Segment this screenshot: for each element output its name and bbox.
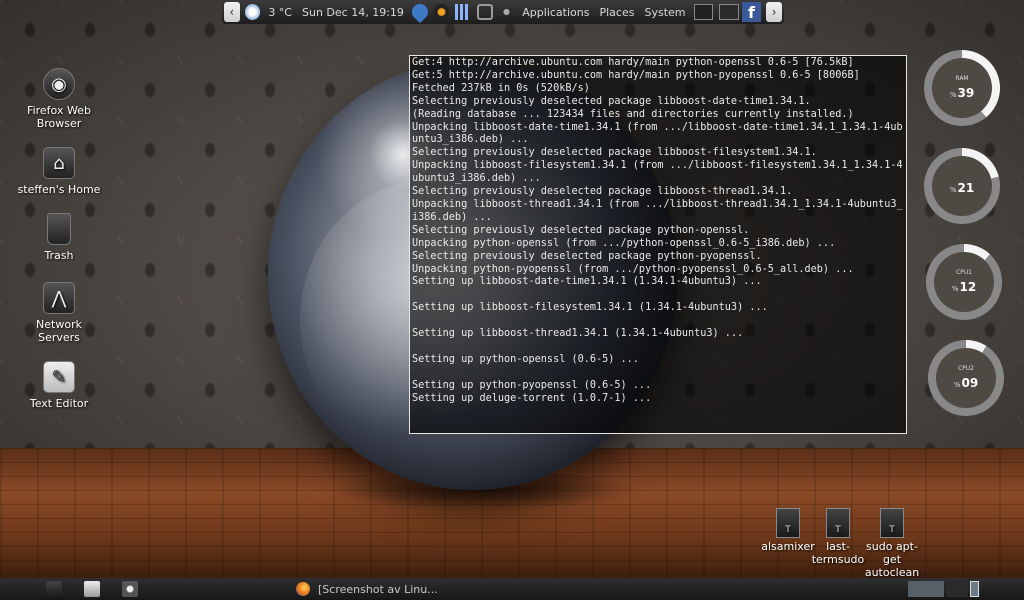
weather-temperature[interactable]: 3 °C [263, 6, 297, 19]
gauge-value: 39 [957, 85, 975, 100]
desktop-icon-label: Network Servers [36, 318, 82, 344]
terminal-line: Setting up python-openssl (0.6-5) ... [412, 353, 639, 365]
gauge-percent-sign: % [949, 90, 957, 99]
panel-right-arrow-button[interactable]: › [766, 2, 782, 22]
text-editor-icon: ✎ [43, 361, 75, 393]
terminal-window[interactable]: Get:4 http://archive.ubuntu.com hardy/ma… [409, 55, 907, 434]
weather-icon[interactable] [244, 4, 261, 20]
launcher-label: sudo apt-get autoclean [864, 540, 920, 579]
desktop-icon-label: steffen's Home [17, 183, 101, 196]
terminal-line: Unpacking libboost-date-time1.34.1 (from… [412, 121, 903, 146]
file-manager-icon[interactable] [84, 581, 100, 597]
terminal-line: Setting up libboost-filesystem1.34.1 (1.… [412, 302, 768, 314]
terminal-line: (Reading database ... 123434 files and d… [412, 108, 854, 120]
water-drop-icon[interactable] [408, 0, 431, 24]
top-panel: ‹ 3 °C Sun Dec 14, 19:19 Applications Pl… [222, 0, 784, 24]
gauge-percent-sign: % [949, 185, 957, 194]
wifi-icon[interactable] [476, 4, 493, 20]
cpu2-gauge: CPU2 %09 [928, 340, 1004, 416]
terminal-line: Selecting previously deselected package … [412, 147, 817, 159]
terminal-line: Setting up python-pyopenssl (0.6-5) ... [412, 379, 652, 391]
eye-icon[interactable] [122, 581, 138, 597]
panel-left-arrow-button[interactable]: ‹ [224, 2, 240, 22]
running-man-icon[interactable] [719, 4, 739, 20]
gauge-center: CPU2 %09 [936, 348, 996, 408]
gauge-percent-sign: % [951, 284, 959, 293]
desktop-icon-text-editor[interactable]: ✎ Text Editor [14, 361, 104, 410]
workspace-3[interactable] [970, 581, 979, 597]
gauge-center: RAM %39 [932, 58, 992, 118]
gauge-value: 12 [959, 279, 977, 294]
system-monitor-icon[interactable] [693, 4, 714, 20]
clock[interactable]: Sun Dec 14, 19:19 [297, 6, 409, 19]
desktop-icon-network[interactable]: ⋀ Network Servers [14, 282, 104, 344]
terminal-line: Unpacking libboost-thread1.34.1 (from ..… [412, 198, 903, 223]
launcher-last-term[interactable]: T last-termsudo [808, 508, 868, 566]
gauge-value: 09 [961, 375, 979, 390]
launcher-apt-get-autoclean[interactable]: T sudo apt-get autoclean [860, 508, 924, 579]
terminal-document-icon: T [826, 508, 850, 538]
terminal-line: Get:4 http://archive.ubuntu.com hardy/ma… [412, 57, 854, 68]
terminal-line: Get:5 http://archive.ubuntu.com hardy/ma… [412, 69, 860, 81]
desktop-icon-label: Firefox Web Browser [27, 104, 91, 130]
taskbar-item-screenshot[interactable]: [Screenshot av Linu... [296, 578, 438, 600]
desktop-icon-home[interactable]: ⌂ steffen's Home [14, 147, 104, 196]
terminal-document-icon: T [880, 508, 904, 538]
media-player-icon[interactable] [433, 4, 450, 20]
home-icon: ⌂ [43, 147, 75, 179]
gauge-2: %21 [924, 148, 1000, 224]
desktop-icon-label: Trash [44, 249, 74, 262]
network-signal-icon[interactable] [455, 4, 471, 20]
menu-applications[interactable]: Applications [517, 6, 594, 19]
firefox-icon [296, 582, 310, 596]
terminal-line: Selecting previously deselected package … [412, 186, 793, 198]
globe-icon: ◉ [43, 68, 75, 100]
bottom-panel: [Screenshot av Linu... [0, 578, 1024, 600]
applet-dots-icon[interactable] [498, 4, 515, 20]
network-icon: ⋀ [43, 282, 75, 314]
launcher-label: last-termsudo [811, 540, 865, 566]
cpu1-gauge: CPU1 %12 [926, 244, 1002, 320]
facebook-icon[interactable]: f [741, 2, 762, 22]
terminal-line: Setting up libboost-thread1.34.1 (1.34.1… [412, 328, 744, 340]
terminal-line: Fetched 237kB in 0s (520kB/s) [412, 82, 590, 94]
terminal-line: Selecting previously deselected package … [412, 224, 750, 236]
terminal-line: Selecting previously deselected package … [412, 95, 811, 107]
taskbar-item-label: [Screenshot av Linu... [318, 582, 438, 596]
gauge-center: %21 [932, 156, 992, 216]
gauge-value: 21 [957, 180, 975, 195]
desktop-icon-firefox[interactable]: ◉ Firefox Web Browser [14, 68, 104, 130]
trash-icon [47, 213, 71, 245]
terminal-line: Unpacking libboost-filesystem1.34.1 (fro… [412, 160, 903, 185]
workspace-1[interactable] [908, 581, 944, 597]
terminal-line: Selecting previously deselected package … [412, 250, 762, 262]
terminal-line: Unpacking python-pyopenssl (from .../pyt… [412, 263, 854, 275]
trash-icon[interactable] [46, 581, 62, 597]
terminal-line: Setting up libboost-date-time1.34.1 (1.3… [412, 276, 762, 288]
terminal-line: Setting up deluge-torrent (1.0.7-1) ... [412, 392, 652, 404]
menu-system[interactable]: System [639, 6, 690, 19]
desktop-icon-label: Text Editor [29, 397, 89, 410]
gauge-percent-sign: % [953, 380, 961, 389]
menu-places[interactable]: Places [594, 6, 639, 19]
terminal-document-icon: T [776, 508, 800, 538]
terminal-line: Unpacking python-openssl (from .../pytho… [412, 237, 836, 249]
desktop-icon-trash[interactable]: Trash [14, 213, 104, 262]
gauge-center: CPU1 %12 [934, 252, 994, 312]
workspace-2[interactable] [946, 581, 968, 597]
ram-gauge: RAM %39 [924, 50, 1000, 126]
